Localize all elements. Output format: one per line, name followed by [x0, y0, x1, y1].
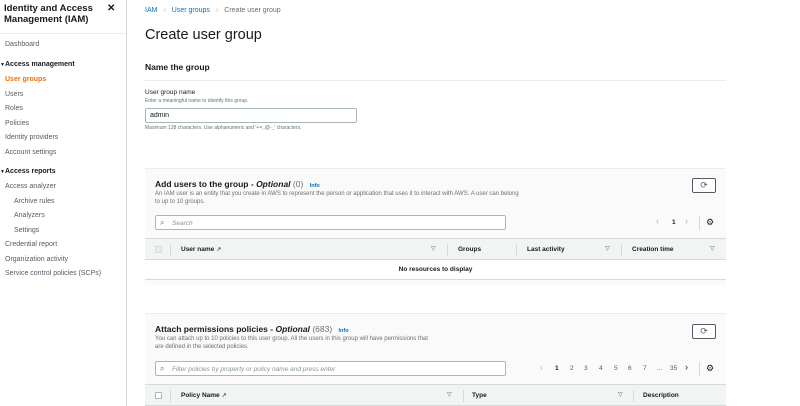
- info-link[interactable]: Info: [339, 328, 349, 334]
- pager-divider: [699, 362, 700, 376]
- sidebar-item-scps[interactable]: Service control policies (SCPs): [5, 270, 101, 277]
- close-icon[interactable]: ✕: [107, 3, 115, 14]
- sidebar-item-policies[interactable]: Policies: [5, 120, 29, 127]
- add-users-title: Add users to the group - Optional (0) In…: [155, 179, 320, 189]
- sidebar-item-access-analyzer[interactable]: Access analyzer: [5, 183, 56, 190]
- sidebar-item-account-settings[interactable]: Account settings: [5, 149, 56, 156]
- gear-icon[interactable]: ⚙: [706, 363, 714, 374]
- attach-policies-description: You can attach up to 10 policies to this…: [155, 336, 428, 350]
- breadcrumb-user-groups[interactable]: User groups: [172, 7, 210, 14]
- select-all-checkbox[interactable]: [155, 392, 162, 399]
- sidebar-title: Identity and Access Management (IAM): [4, 3, 93, 25]
- attach-policies-title: Attach permissions policies - Optional (…: [155, 324, 349, 334]
- search-icon: ⌕: [160, 364, 165, 373]
- empty-state: No resources to display: [145, 260, 726, 280]
- page-35[interactable]: 35: [670, 365, 677, 372]
- group-name-constraint: Maximum 128 characters. Use alphanumeric…: [145, 125, 302, 131]
- chevron-left-icon[interactable]: ‹: [656, 216, 659, 226]
- sidebar-item-users[interactable]: Users: [5, 91, 23, 98]
- refresh-button[interactable]: ⟳: [692, 324, 716, 339]
- chevron-right-icon[interactable]: ›: [685, 216, 688, 226]
- external-link-icon: ↗: [221, 393, 227, 399]
- page-ellipsis: ...: [657, 365, 663, 372]
- sidebar-item-credential-report[interactable]: Credential report: [5, 241, 57, 248]
- chevron-right-icon[interactable]: ›: [685, 362, 688, 372]
- refresh-icon: ⟳: [700, 180, 708, 190]
- page-2[interactable]: 2: [570, 365, 574, 372]
- sort-caret-icon[interactable]: ▽: [710, 245, 715, 252]
- info-link[interactable]: Info: [310, 183, 320, 189]
- users-table-header: User name ↗ ▽ Groups Last activity ▽ Crea…: [145, 238, 726, 260]
- page-6[interactable]: 6: [628, 365, 632, 372]
- sidebar-item-settings[interactable]: Settings: [14, 227, 39, 234]
- page-4[interactable]: 4: [599, 365, 603, 372]
- refresh-icon: ⟳: [700, 326, 708, 336]
- chevron-left-icon[interactable]: ‹: [540, 362, 543, 372]
- col-policy-name[interactable]: Policy Name ↗: [181, 392, 227, 399]
- sidebar-item-roles[interactable]: Roles: [5, 105, 23, 112]
- section-divider: [145, 80, 726, 81]
- col-type[interactable]: Type: [472, 392, 487, 399]
- search-icon: ⌕: [160, 218, 165, 227]
- policies-table-header: Policy Name ↗ ▽ Type ▽ Description: [145, 384, 726, 406]
- page-3[interactable]: 3: [584, 365, 588, 372]
- group-name-input[interactable]: [145, 108, 357, 123]
- refresh-button[interactable]: ⟳: [692, 178, 716, 193]
- gear-icon[interactable]: ⚙: [706, 217, 714, 228]
- col-creation-time[interactable]: Creation time: [632, 246, 674, 253]
- breadcrumb-current: Create user group: [224, 7, 281, 14]
- sort-caret-icon[interactable]: ▽: [447, 391, 452, 398]
- sidebar: Identity and Access Management (IAM) ✕ D…: [0, 0, 127, 406]
- chevron-right-icon: ›: [163, 7, 166, 14]
- col-groups[interactable]: Groups: [458, 246, 481, 253]
- col-description[interactable]: Description: [643, 392, 679, 399]
- col-last-activity[interactable]: Last activity: [527, 246, 565, 253]
- sidebar-item-archive-rules[interactable]: Archive rules: [14, 198, 54, 205]
- page-5[interactable]: 5: [614, 365, 618, 372]
- sort-caret-icon[interactable]: ▽: [618, 391, 623, 398]
- sidebar-section-access-reports[interactable]: Access reports: [5, 168, 56, 175]
- page-title: Create user group: [145, 27, 262, 43]
- page-1[interactable]: 1: [555, 365, 559, 372]
- add-users-description: An IAM user is an entity that you create…: [155, 191, 519, 205]
- sort-caret-icon[interactable]: ▽: [605, 245, 610, 252]
- group-name-label: User group name: [145, 89, 196, 96]
- external-link-icon: ↗: [216, 247, 222, 253]
- name-section-heading: Name the group: [145, 62, 210, 72]
- page-7[interactable]: 7: [643, 365, 647, 372]
- users-count: (0): [292, 179, 304, 189]
- attach-policies-panel: Attach permissions policies - Optional (…: [145, 313, 726, 406]
- select-all-checkbox[interactable]: [155, 246, 162, 253]
- sidebar-item-organization-activity[interactable]: Organization activity: [5, 256, 68, 263]
- sidebar-item-identity-providers[interactable]: Identity providers: [5, 134, 58, 141]
- pager-divider: [699, 216, 700, 230]
- policies-search-input[interactable]: ⌕ Filter policies by property or policy …: [155, 361, 506, 376]
- sidebar-divider: [0, 33, 126, 34]
- col-user-name[interactable]: User name ↗: [181, 246, 221, 253]
- sidebar-item-analyzers[interactable]: Analyzers: [14, 212, 45, 219]
- sidebar-section-access-management[interactable]: Access management: [5, 61, 75, 68]
- page-1[interactable]: 1: [672, 219, 676, 226]
- sidebar-item-user-groups[interactable]: User groups: [5, 76, 46, 83]
- policies-count: (683): [312, 324, 333, 334]
- chevron-right-icon: ›: [215, 7, 219, 14]
- sidebar-item-dashboard[interactable]: Dashboard: [5, 41, 39, 48]
- users-search-input[interactable]: ⌕ Search: [155, 215, 506, 230]
- group-name-description: Enter a meaningful name to identify this…: [145, 98, 249, 104]
- breadcrumb: IAM › User groups › Create user group: [145, 7, 281, 14]
- sort-caret-icon[interactable]: ▽: [431, 245, 436, 252]
- add-users-panel: Add users to the group - Optional (0) In…: [145, 168, 726, 285]
- breadcrumb-iam[interactable]: IAM: [145, 7, 157, 14]
